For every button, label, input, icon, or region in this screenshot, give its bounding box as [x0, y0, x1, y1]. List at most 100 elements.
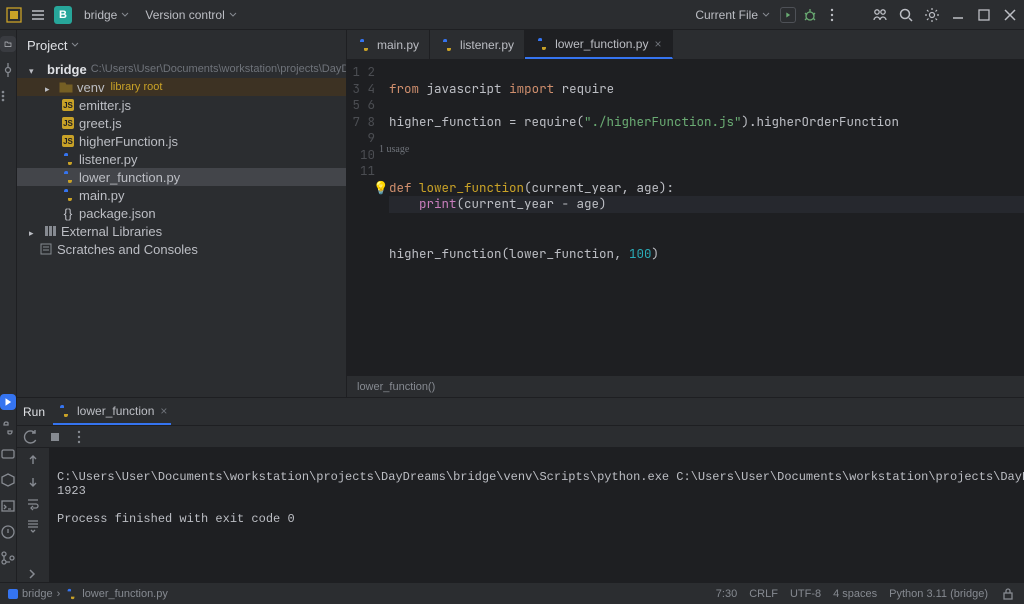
run-config-dropdown[interactable]: Current File	[691, 5, 774, 25]
rerun-icon[interactable]	[23, 429, 39, 445]
py-file-icon	[535, 37, 549, 51]
hamburger-icon[interactable]	[30, 7, 46, 23]
py-file-icon	[61, 170, 75, 184]
breadcrumb-root: bridge	[22, 588, 53, 600]
venv-folder[interactable]: venv library root	[17, 78, 346, 96]
file-name: greet.js	[79, 116, 122, 131]
usage-hint[interactable]: 1 usage	[379, 142, 409, 159]
js-file-icon: JS	[62, 135, 74, 147]
py-file-icon	[57, 404, 71, 418]
code-with-me-icon[interactable]	[872, 7, 888, 23]
python-console-icon[interactable]	[0, 420, 16, 436]
settings-icon[interactable]	[924, 7, 940, 23]
run-panel-title: Run	[23, 405, 45, 419]
vcs-dropdown[interactable]: Version control	[141, 5, 240, 25]
editor-tab[interactable]: main.py	[347, 30, 430, 59]
run-panel: Run lower_function ×	[17, 397, 1024, 582]
root-path: C:\Users\User\Documents\workstation\proj…	[91, 63, 346, 75]
project-panel: Project bridge C:\Users\User\Documents\w…	[17, 30, 347, 397]
close-icon[interactable]: ×	[160, 404, 167, 418]
soft-wrap-icon[interactable]	[25, 496, 41, 512]
vcs-tool-icon[interactable]	[0, 550, 16, 566]
project-tool-icon[interactable]	[0, 36, 16, 52]
run-tool-rail	[17, 448, 49, 582]
close-window-icon[interactable]	[1002, 7, 1018, 23]
run-button[interactable]	[780, 7, 796, 23]
app-menu-icon[interactable]	[6, 7, 22, 23]
left-tool-rail	[0, 30, 17, 582]
scratches-label: Scratches and Consoles	[57, 242, 198, 257]
console-output: 1923	[57, 484, 86, 498]
project-tree[interactable]: bridge C:\Users\User\Documents\workstati…	[17, 60, 346, 397]
status-breadcrumb[interactable]: bridge › lower_function.py	[8, 587, 168, 601]
code-content[interactable]: from javascript import require higher_fu…	[383, 60, 1024, 375]
editor-area: main.py listener.py lower_function.py× 1…	[347, 30, 1024, 397]
project-name-dropdown[interactable]: bridge	[80, 5, 133, 25]
file-row[interactable]: JS emitter.js	[17, 96, 346, 114]
lock-icon[interactable]	[1000, 586, 1016, 602]
line-gutter: 1 2 3 4 5 6 7 8 9 10 11	[347, 60, 383, 375]
run-tab[interactable]: lower_function ×	[53, 398, 171, 425]
run-toolbar-more-icon[interactable]	[71, 429, 87, 445]
vcs-label: Version control	[145, 8, 224, 22]
close-icon[interactable]: ×	[654, 37, 662, 51]
file-name: main.py	[79, 188, 125, 203]
services-icon[interactable]	[0, 446, 16, 462]
status-bar: bridge › lower_function.py 7:30 CRLF UTF…	[0, 582, 1024, 604]
py-file-icon	[64, 587, 78, 601]
py-file-icon	[61, 152, 75, 166]
file-row[interactable]: JS greet.js	[17, 114, 346, 132]
project-name-label: bridge	[84, 8, 117, 22]
maximize-window-icon[interactable]	[976, 7, 992, 23]
js-file-icon: JS	[62, 99, 74, 111]
run-console[interactable]: C:\Users\User\Documents\workstation\proj…	[49, 448, 1024, 582]
js-file-icon: JS	[62, 117, 74, 129]
scroll-end-icon[interactable]	[25, 518, 41, 534]
expand-rail-icon[interactable]	[25, 566, 41, 582]
search-icon[interactable]	[898, 7, 914, 23]
down-stack-icon[interactable]	[25, 474, 41, 490]
file-name: emitter.js	[79, 98, 131, 113]
minimize-window-icon[interactable]	[950, 7, 966, 23]
run-tool-icon[interactable]	[0, 394, 16, 410]
file-row-selected[interactable]: lower_function.py	[17, 168, 346, 186]
editor-tab[interactable]: listener.py	[430, 30, 525, 59]
indent-setting[interactable]: 4 spaces	[833, 588, 877, 600]
python-packages-icon[interactable]	[0, 472, 16, 488]
project-badge[interactable]: B	[54, 6, 72, 24]
code-editor[interactable]: 1 2 3 4 5 6 7 8 9 10 11 from javascript …	[347, 60, 1024, 375]
caret-position[interactable]: 7:30	[716, 588, 737, 600]
project-panel-header[interactable]: Project	[17, 30, 346, 60]
library-icon	[43, 224, 57, 238]
external-libraries[interactable]: External Libraries	[17, 222, 346, 240]
file-row[interactable]: main.py	[17, 186, 346, 204]
commit-tool-icon[interactable]	[0, 62, 16, 78]
interpreter[interactable]: Python 3.11 (bridge)	[889, 588, 988, 600]
stop-icon[interactable]	[47, 429, 63, 445]
folder-icon	[59, 80, 73, 94]
line-separator[interactable]: CRLF	[749, 588, 778, 600]
file-name: listener.py	[79, 152, 138, 167]
more-run-icon[interactable]	[824, 7, 840, 23]
file-row[interactable]: {}package.json	[17, 204, 346, 222]
terminal-tool-icon[interactable]	[0, 498, 16, 514]
file-row[interactable]: listener.py	[17, 150, 346, 168]
up-stack-icon[interactable]	[25, 452, 41, 468]
editor-breadcrumb[interactable]: lower_function()	[347, 375, 1024, 397]
module-icon	[8, 589, 18, 599]
structure-tool-icon[interactable]	[0, 88, 16, 104]
py-file-icon	[61, 188, 75, 202]
title-bar: B bridge Version control Current File	[0, 0, 1024, 30]
problems-tool-icon[interactable]	[0, 524, 16, 540]
intention-bulb-icon[interactable]: 💡	[373, 180, 389, 197]
root-name: bridge	[47, 62, 87, 77]
project-root[interactable]: bridge C:\Users\User\Documents\workstati…	[17, 60, 346, 78]
file-encoding[interactable]: UTF-8	[790, 588, 821, 600]
scratches[interactable]: Scratches and Consoles	[17, 240, 346, 258]
file-row[interactable]: JShigherFunction.js	[17, 132, 346, 150]
breadcrumb-file: lower_function.py	[82, 588, 168, 600]
debug-button[interactable]	[802, 7, 818, 23]
editor-tab-active[interactable]: lower_function.py×	[525, 30, 673, 59]
console-cmd: C:\Users\User\Documents\workstation\proj…	[57, 470, 1024, 484]
project-panel-title: Project	[27, 38, 67, 53]
